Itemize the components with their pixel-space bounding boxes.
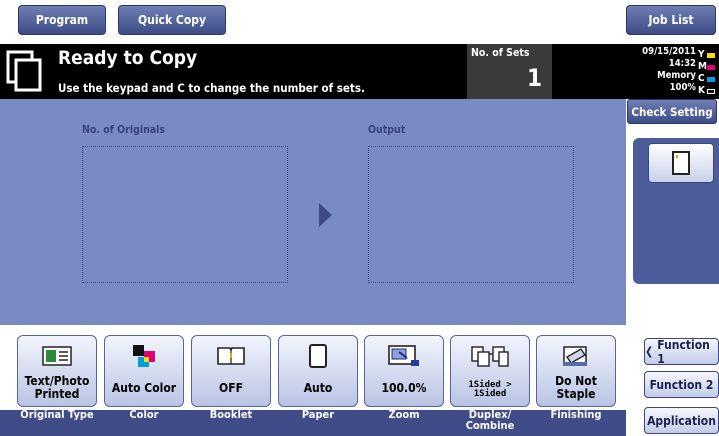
paper-icon	[309, 344, 327, 368]
device-info: 09/15/2011 14:32 Memory 100% Y M C K	[620, 46, 716, 98]
status-bar: Ready to Copy Use the keypad and C to ch…	[0, 44, 719, 99]
paper-button[interactable]: Auto	[278, 335, 358, 407]
finishing-caption: Finishing	[550, 408, 602, 421]
booklet-button[interactable]: OFF	[191, 335, 271, 407]
color-caption: Color	[129, 408, 159, 421]
booklet-icon	[217, 347, 245, 365]
finishing-button[interactable]: Do Not Staple	[536, 335, 616, 407]
toner-k: K	[698, 85, 716, 98]
color-icon	[133, 345, 155, 367]
time-text: 14:32	[668, 58, 696, 69]
check-setting-button[interactable]: Check Setting	[627, 99, 717, 124]
duplex-value: 1Sided > 1Sided	[468, 380, 512, 399]
duplex-button[interactable]: 1Sided > 1Sided	[450, 335, 530, 407]
zoom-button[interactable]: 100.0%	[364, 335, 444, 407]
function-1-label: Function 1	[657, 337, 710, 366]
function-1-button[interactable]: ❮ Function 1	[644, 337, 719, 366]
quick-copy-button[interactable]: Quick Copy	[118, 5, 226, 35]
originals-box	[82, 146, 288, 283]
booklet-caption: Booklet	[209, 408, 253, 421]
memory-label: Memory	[657, 70, 696, 81]
function-1-arrow-icon: ❮	[645, 345, 654, 358]
program-button[interactable]: Program	[18, 5, 106, 35]
booklet-value: OFF	[219, 381, 243, 395]
originals-label: No. of Originals	[82, 124, 166, 136]
memory-value: 100%	[669, 82, 696, 93]
sets-display: No. of Sets 1	[467, 44, 552, 99]
original-type-button[interactable]: Text/Photo Printed	[17, 335, 97, 407]
color-button[interactable]: Auto Color	[104, 335, 184, 407]
sets-label: No. of Sets	[471, 47, 530, 59]
original-type-caption: Original Type	[20, 408, 94, 421]
sets-value: 1	[526, 64, 542, 92]
zoom-icon	[388, 345, 419, 366]
color-value: Auto Color	[111, 381, 177, 395]
duplex-caption: Duplex/ Combine	[465, 408, 515, 432]
date-text: 09/15/2011	[642, 46, 696, 57]
zoom-caption: Zoom	[388, 408, 420, 421]
copy-icon	[6, 50, 42, 92]
arrow-right-icon	[319, 203, 332, 227]
paper-caption: Paper	[301, 408, 335, 421]
job-list-button[interactable]: Job List	[626, 5, 716, 35]
status-title: Ready to Copy	[58, 47, 198, 69]
finishing-icon	[563, 346, 587, 366]
top-bar: Program Quick Copy Job List	[0, 0, 719, 38]
zoom-value: 100.0%	[381, 381, 427, 395]
status-message: Use the keypad and C to change the numbe…	[58, 81, 365, 95]
function-2-button[interactable]: Function 2	[644, 371, 719, 398]
output-box	[368, 146, 574, 283]
original-type-value: Text/Photo Printed	[24, 374, 90, 401]
finishing-value: Do Not Staple	[555, 374, 597, 401]
paper-value: Auto	[303, 381, 333, 395]
original-type-icon	[42, 346, 72, 366]
output-label: Output	[368, 124, 406, 136]
page-icon	[672, 151, 690, 175]
application-button[interactable]: Application	[644, 407, 719, 434]
duplex-icon	[471, 346, 509, 367]
page-preview-button[interactable]	[648, 143, 714, 183]
